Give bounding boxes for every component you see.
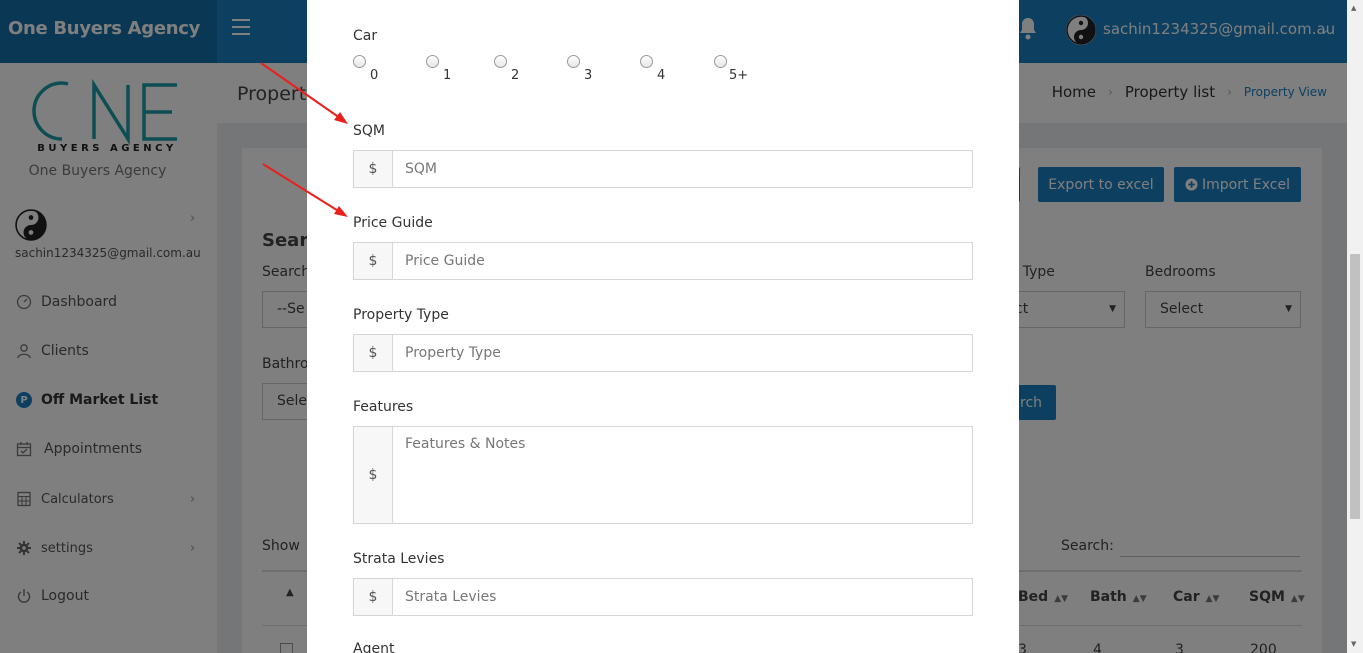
radio-button[interactable] xyxy=(567,55,580,68)
property-type-label: Property Type xyxy=(353,307,449,323)
features-input-group: $ xyxy=(353,426,973,524)
radio-button[interactable] xyxy=(640,55,653,68)
dollar-addon: $ xyxy=(354,335,393,371)
property-type-input-group: $ xyxy=(353,334,973,372)
car-option-1[interactable]: 1 xyxy=(426,55,451,83)
features-label: Features xyxy=(353,399,414,415)
agent-label: Agent xyxy=(353,641,395,653)
dollar-addon: $ xyxy=(354,243,393,279)
price-guide-input-group: $ xyxy=(353,242,973,280)
scroll-down-arrow-icon[interactable]: ▼ xyxy=(1351,640,1356,648)
car-option-0[interactable]: 0 xyxy=(353,55,378,83)
features-textarea[interactable] xyxy=(393,427,972,523)
property-modal: Car 0 1 2 3 4 5+ SQM $ Price Guide $ Pro… xyxy=(307,0,1019,653)
scroll-up-arrow-icon[interactable]: ▲ xyxy=(1351,4,1356,12)
dollar-addon: $ xyxy=(354,579,393,615)
page-scrollbar[interactable]: ▲ ▼ xyxy=(1347,0,1363,653)
strata-levies-label: Strata Levies xyxy=(353,551,445,567)
radio-label: 3 xyxy=(584,68,593,83)
sqm-input[interactable] xyxy=(393,151,972,187)
sqm-input-group: $ xyxy=(353,150,973,188)
dollar-addon: $ xyxy=(354,151,393,187)
radio-button[interactable] xyxy=(353,55,366,68)
radio-label: 0 xyxy=(370,68,379,83)
radio-button[interactable] xyxy=(714,55,727,68)
radio-button[interactable] xyxy=(494,55,507,68)
car-option-4[interactable]: 4 xyxy=(640,55,665,83)
radio-label: 5+ xyxy=(729,68,749,83)
strata-levies-input-group: $ xyxy=(353,578,973,616)
property-type-input[interactable] xyxy=(393,335,972,371)
sqm-label: SQM xyxy=(353,123,385,139)
scroll-thumb[interactable] xyxy=(1350,254,1360,519)
car-option-3[interactable]: 3 xyxy=(567,55,592,83)
radio-label: 2 xyxy=(511,68,520,83)
strata-levies-input[interactable] xyxy=(393,579,972,615)
radio-label: 4 xyxy=(657,68,666,83)
price-guide-label: Price Guide xyxy=(353,215,433,231)
dollar-addon: $ xyxy=(354,427,393,523)
car-option-5plus[interactable]: 5+ xyxy=(714,55,748,83)
car-option-2[interactable]: 2 xyxy=(494,55,519,83)
radio-label: 1 xyxy=(443,68,452,83)
price-guide-input[interactable] xyxy=(393,243,972,279)
car-label: Car xyxy=(353,28,378,44)
radio-button[interactable] xyxy=(426,55,439,68)
